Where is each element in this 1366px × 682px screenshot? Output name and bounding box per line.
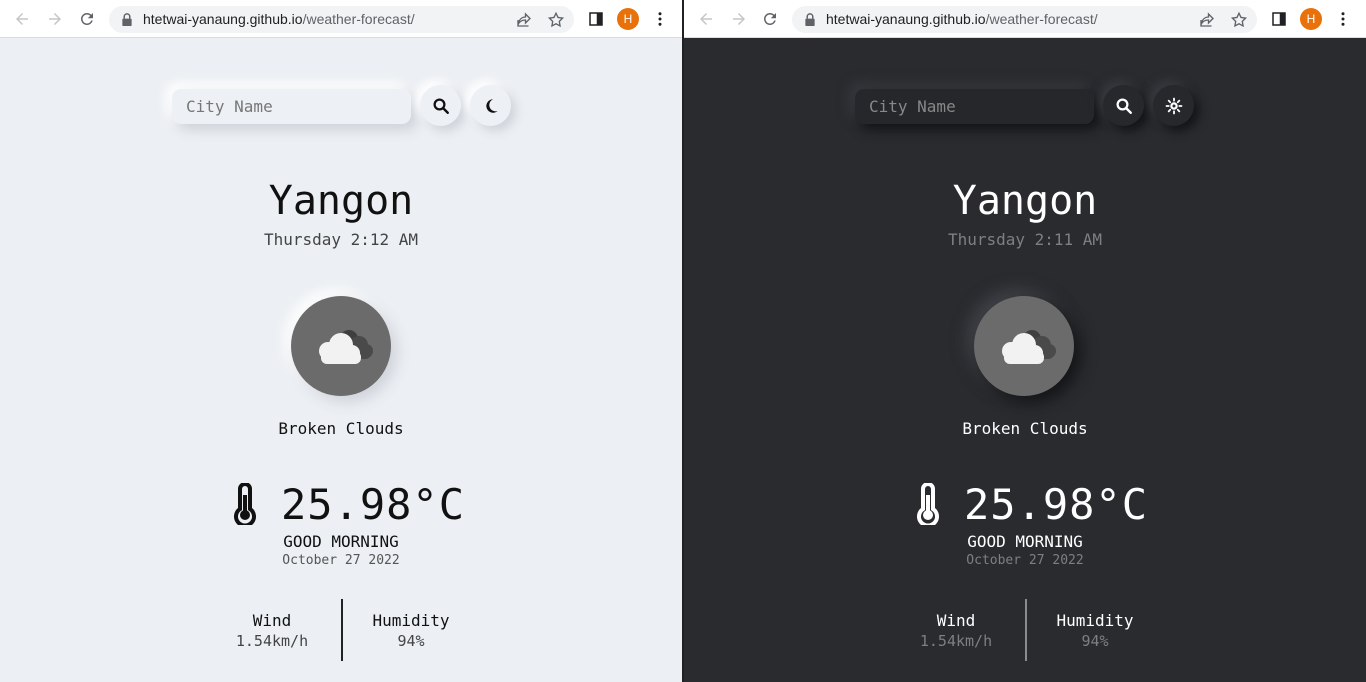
arrow-right-icon [733, 13, 745, 25]
sun-icon [1165, 97, 1182, 114]
broken-clouds-icon [319, 330, 373, 364]
search-icon [1116, 98, 1132, 114]
weather-app: Yangon Thursday 2:12 AM Broken Clouds 25… [0, 38, 682, 682]
profile-avatar[interactable]: H [617, 8, 639, 30]
arrow-left-icon [16, 13, 28, 25]
browser-toolbar: htetwai-yanaung.github.io/weather-foreca… [0, 0, 682, 38]
url-text: htetwai-yanaung.github.io/weather-foreca… [143, 11, 415, 27]
greeting: GOOD MORNING [967, 532, 1083, 551]
arrow-right-icon [49, 13, 61, 25]
temperature: 25.98°C [964, 479, 1149, 529]
wind-stat: Wind 1.54km/h [881, 611, 1031, 650]
profile-avatar[interactable]: H [1300, 8, 1322, 30]
stats-panel: Wind 1.54km/h Humidity 94% [684, 599, 1366, 661]
thermometer-icon [234, 483, 256, 525]
url-text: htetwai-yanaung.github.io/weather-foreca… [826, 11, 1098, 27]
humidity-value: 94% [397, 632, 425, 650]
reload-button[interactable] [75, 7, 99, 31]
temperature-row: 25.98°C [231, 478, 465, 530]
lock-icon [805, 13, 815, 26]
wind-value: 1.54km/h [235, 632, 309, 650]
humidity-stat: Humidity 94% [1020, 611, 1170, 650]
arrow-left-icon [700, 13, 712, 25]
temperature-row: 25.98°C [914, 478, 1148, 530]
forward-button[interactable] [43, 7, 67, 31]
city-name: Yangon [952, 178, 1098, 224]
reload-icon [80, 12, 93, 25]
theme-toggle-button[interactable] [1153, 85, 1194, 126]
browser-window-dark: htetwai-yanaung.github.io/weather-foreca… [684, 0, 1366, 682]
reload-button[interactable] [758, 7, 782, 31]
share-icon[interactable] [515, 11, 533, 29]
city-search-input[interactable] [172, 89, 411, 124]
wind-label: Wind [252, 611, 292, 630]
temperature: 25.98°C [281, 479, 466, 529]
browser-toolbar: htetwai-yanaung.github.io/weather-foreca… [684, 0, 1366, 38]
stats-panel: Wind 1.54km/h Humidity 94% [0, 599, 682, 661]
star-icon[interactable] [1230, 11, 1248, 29]
weather-app: Yangon Thursday 2:11 AM Broken Clouds 25… [684, 38, 1366, 682]
more-menu-icon[interactable] [1334, 10, 1352, 28]
search-button[interactable] [1103, 85, 1144, 126]
search-button[interactable] [420, 85, 461, 126]
humidity-stat: Humidity 94% [336, 611, 486, 650]
date: October 27 2022 [282, 553, 400, 568]
forward-button[interactable] [727, 7, 751, 31]
humidity-value: 94% [1081, 632, 1109, 650]
weather-description: Broken Clouds [278, 419, 404, 438]
back-button[interactable] [694, 7, 718, 31]
greeting: GOOD MORNING [283, 532, 399, 551]
address-bar[interactable]: htetwai-yanaung.github.io/weather-foreca… [792, 6, 1257, 33]
moon-icon [485, 98, 498, 113]
date: October 27 2022 [966, 553, 1084, 568]
side-panel-icon[interactable] [587, 10, 605, 28]
day-time: Thursday 2:12 AM [263, 230, 419, 249]
lock-icon [122, 13, 132, 26]
broken-clouds-icon [1002, 330, 1056, 364]
weather-description: Broken Clouds [962, 419, 1088, 438]
more-menu-icon[interactable] [651, 10, 669, 28]
side-panel-icon[interactable] [1270, 10, 1288, 28]
wind-stat: Wind 1.54km/h [197, 611, 347, 650]
weather-icon-circle [291, 296, 391, 396]
thermometer-icon [917, 483, 939, 525]
theme-toggle-button[interactable] [470, 85, 511, 126]
humidity-label: Humidity [1056, 611, 1134, 630]
city-name: Yangon [268, 178, 414, 224]
share-icon[interactable] [1198, 11, 1216, 29]
star-icon[interactable] [547, 11, 565, 29]
search-icon [433, 98, 449, 114]
humidity-label: Humidity [372, 611, 450, 630]
reload-icon [763, 12, 776, 25]
address-bar[interactable]: htetwai-yanaung.github.io/weather-foreca… [109, 6, 574, 33]
wind-value: 1.54km/h [919, 632, 993, 650]
weather-icon-circle [974, 296, 1074, 396]
day-time: Thursday 2:11 AM [947, 230, 1103, 249]
city-search-input[interactable] [855, 89, 1094, 124]
wind-label: Wind [936, 611, 976, 630]
back-button[interactable] [10, 7, 34, 31]
browser-window-light: htetwai-yanaung.github.io/weather-foreca… [0, 0, 682, 682]
